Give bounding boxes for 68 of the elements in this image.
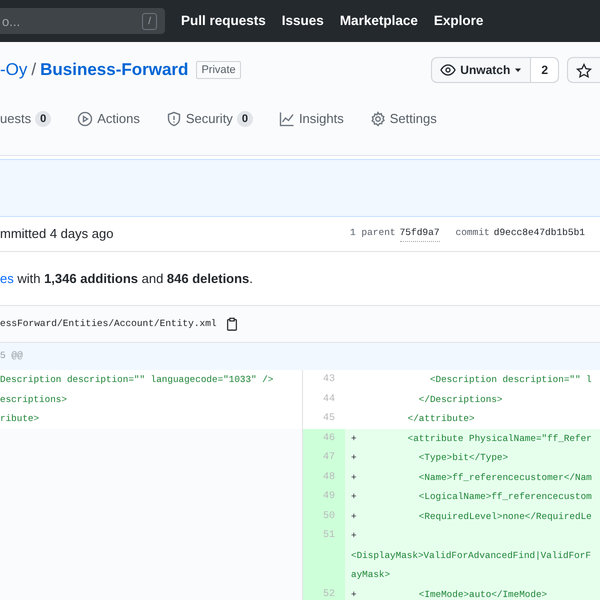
line-number: 45 — [322, 412, 336, 426]
repo-tab[interactable]: Security 0 — [166, 109, 253, 136]
diff-marker: + — [351, 510, 358, 524]
code-line: ribute> — [0, 412, 40, 426]
diff-marker: + — [351, 588, 358, 600]
diff-marker: + — [351, 451, 358, 465]
nav-link[interactable]: Issues — [282, 10, 324, 32]
owner-link[interactable]: -Oy — [0, 57, 28, 83]
clipboard-icon — [224, 316, 239, 332]
line-number: 46 — [303, 428, 345, 448]
repo-tab[interactable]: uests 0 — [0, 109, 52, 136]
tab-counter: 0 — [236, 110, 253, 127]
commit-label: commit — [456, 226, 490, 240]
diff-marker: + — [351, 529, 358, 543]
watcher-count: 2 — [531, 57, 559, 83]
code-line: Description description="" languagecode="1033" /> — [0, 373, 274, 387]
star-button[interactable] — [567, 57, 600, 83]
code-line: <Description description="" l — [428, 374, 592, 385]
line-number: 47 — [303, 448, 345, 468]
line-number: 43 — [322, 373, 336, 387]
star-icon — [576, 62, 592, 79]
repo-tab[interactable]: Settings — [370, 109, 437, 136]
tab-counter: 0 — [35, 110, 52, 127]
copy-path-button[interactable] — [224, 316, 239, 332]
nav-link[interactable]: Pull requests — [181, 10, 266, 32]
code-line: </attribute> — [406, 413, 475, 424]
file-path: essForward/Entities/Account/Entity.xml — [0, 316, 217, 331]
code-line: escriptions> — [0, 392, 68, 406]
settings-icon — [370, 110, 386, 127]
code-line: <Name>ff_referencecustomer</Nam — [418, 472, 592, 482]
line-number: 50 — [303, 506, 345, 526]
shield-icon — [166, 110, 182, 127]
diff-marker: + — [351, 490, 358, 504]
repository-link[interactable]: Business-Forward — [40, 57, 188, 83]
code-line: <RequiredLevel>none</RequiredLe — [418, 510, 592, 522]
line-number: 44 — [322, 392, 336, 406]
hunk-header: 5 @@ — [0, 349, 23, 364]
commit-time: mmitted 4 days ago — [0, 225, 114, 244]
code-line: <attribute PhysicalName="ff_Refer — [406, 432, 592, 444]
line-number: 48 — [303, 468, 345, 487]
parent-label: 1 parent — [350, 226, 396, 240]
changed-files-link[interactable]: es — [0, 268, 14, 288]
eye-icon — [440, 62, 456, 78]
code-line: ayMask> — [351, 568, 392, 582]
code-line: <LogicalName>ff_referencecustom — [418, 491, 592, 502]
line-number: 52 — [303, 584, 345, 600]
nav-link[interactable]: Explore — [434, 10, 484, 32]
code-line: </Descriptions> — [418, 394, 502, 404]
code-line: <Type>bit</Type> — [418, 452, 508, 463]
shortcut-key: / — [142, 13, 157, 30]
line-number: 51 — [303, 526, 345, 584]
watch-button[interactable]: Unwatch — [431, 57, 532, 83]
commit-sha: d9ecc8e47db1b5b1 — [494, 226, 585, 240]
line-number: 49 — [303, 487, 345, 506]
parent-sha-link[interactable]: 75fd9a7 — [400, 226, 440, 242]
line-graph-icon — [278, 110, 295, 127]
diff-summary-text: with 1,346 additions and 846 deletions. — [16, 270, 253, 288]
code-line: <DisplayMask>ValidForAdvancedFind|ValidForF — [351, 548, 591, 562]
path-separator: / — [31, 59, 36, 82]
repo-tab[interactable]: Insights — [278, 109, 344, 136]
code-line: <ImeMode>auto</ImeMode> — [418, 588, 548, 600]
caret-icon — [514, 66, 522, 74]
nav-link[interactable]: Marketplace — [340, 10, 418, 32]
visibility-label: Private — [196, 60, 241, 80]
play-icon — [77, 110, 94, 127]
diff-marker: + — [351, 432, 358, 446]
diff-marker: + — [351, 470, 358, 484]
repo-tab[interactable]: Actions — [77, 109, 140, 136]
